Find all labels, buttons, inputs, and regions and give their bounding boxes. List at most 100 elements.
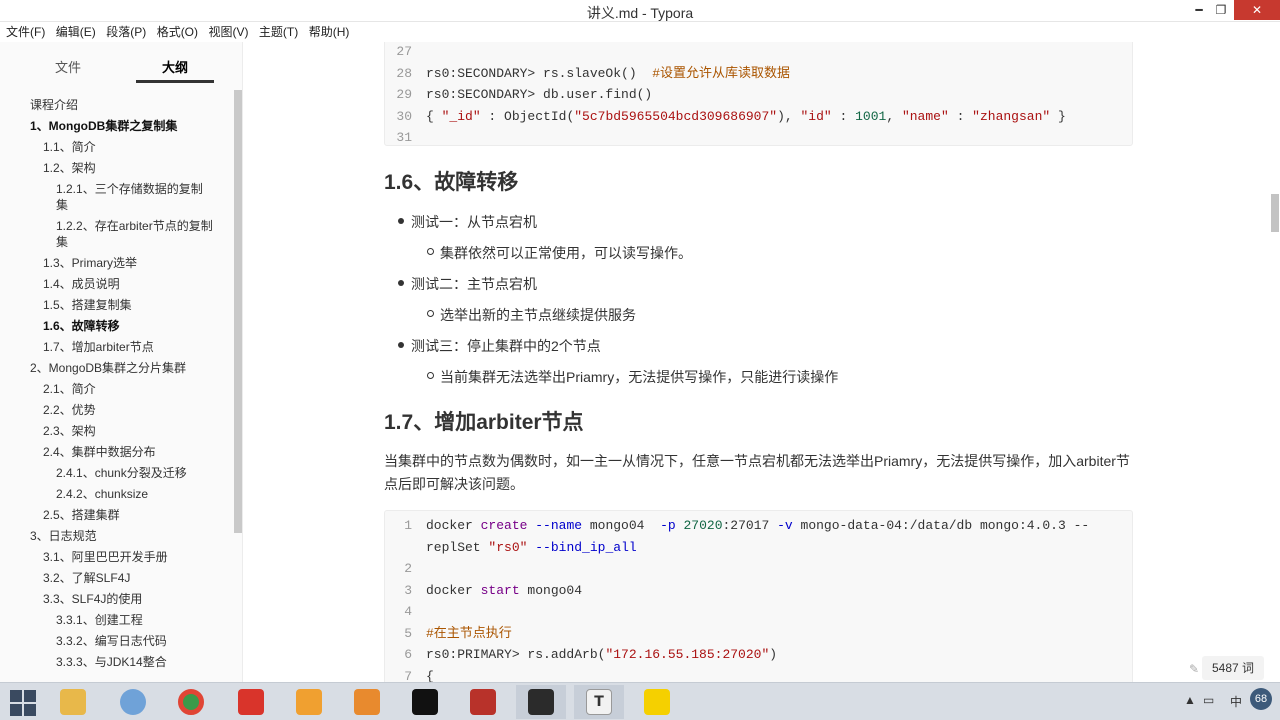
code-line[interactable]: 4 xyxy=(385,601,1132,623)
code-line[interactable]: 29 rs0:SECONDARY> db.user.find() xyxy=(385,84,1132,106)
sublime-icon[interactable] xyxy=(342,685,392,719)
outline-item[interactable]: 2.2、优势 xyxy=(0,399,232,420)
chrome-icon[interactable] xyxy=(166,685,216,719)
list-item: 测试一：从节点宕机 xyxy=(398,212,537,232)
brush-icon: ✎ xyxy=(1189,662,1200,676)
menu-file[interactable]: 文件(F) xyxy=(0,22,45,42)
editor-app-icon[interactable] xyxy=(284,685,334,719)
word-count[interactable]: 5487 词 xyxy=(1202,656,1265,680)
outline-item[interactable]: 1.3、Primary选举 xyxy=(0,252,232,273)
menu-format[interactable]: 格式(O) xyxy=(151,22,198,42)
code-text: #在主节点执行 xyxy=(426,623,512,645)
outline-item[interactable]: 2.4.2、chunksize xyxy=(0,483,232,504)
list-item: 测试二：主节点宕机 xyxy=(398,274,537,294)
paint-icon[interactable] xyxy=(108,685,158,719)
code-line[interactable]: 1 docker create --name mongo04 -p 27020:2… xyxy=(385,515,1132,537)
outline-item[interactable]: 1、MongoDB集群之复制集 xyxy=(0,115,232,136)
terminal-icon[interactable] xyxy=(516,685,566,719)
code-line[interactable]: 31 xyxy=(385,127,1132,149)
code-line[interactable]: replSet "rs0" --bind_ip_all xyxy=(385,537,1132,559)
tab-outline[interactable]: 大纲 xyxy=(162,57,188,76)
line-number: 31 xyxy=(396,130,412,145)
notification-badge[interactable]: 68 xyxy=(1250,688,1272,710)
outline-item[interactable]: 2.1、简介 xyxy=(0,378,232,399)
outline-item[interactable]: 1.2.1、三个存储数据的复制集 xyxy=(0,178,232,215)
menu-paragraph[interactable]: 段落(P) xyxy=(100,22,146,42)
outline-item[interactable]: 1.6、故障转移 xyxy=(0,315,232,336)
bullet-dot xyxy=(398,218,404,224)
code-block[interactable]: 27 28 rs0:SECONDARY> rs.slaveOk() #设置允许从库读… xyxy=(384,42,1133,146)
outline-list: 课程介绍 1、MongoDB集群之复制集 1.1、简介 1.2、架构 1.2.1、三个存… xyxy=(0,94,232,672)
code-comment: #在主节点执行 xyxy=(426,625,512,641)
menu-view[interactable]: 视图(V) xyxy=(202,22,248,42)
outline-item[interactable]: 1.4、成员说明 xyxy=(0,273,232,294)
sidebar-scrollbar[interactable] xyxy=(234,90,242,533)
code-line[interactable]: 27 xyxy=(385,42,1132,63)
maximize-button[interactable]: ❐ xyxy=(1206,0,1236,20)
outline-item[interactable]: 3.1、阿里巴巴开发手册 xyxy=(0,546,232,567)
code-line[interactable]: 2 xyxy=(385,558,1132,580)
windows-start-icon[interactable] xyxy=(10,690,36,716)
code-line[interactable]: 30 { "_id" : ObjectId("5c7bd5965504bcd309… xyxy=(385,106,1132,128)
menu-bar: 文件(F) 编辑(E) 段落(P) 格式(O) 视图(V) 主题(T) 帮助(H… xyxy=(0,22,1280,42)
video-player-icon[interactable] xyxy=(632,685,682,719)
outline-item[interactable]: 1.1、简介 xyxy=(0,136,232,157)
outline-item[interactable]: 2、MongoDB集群之分片集群 xyxy=(0,357,232,378)
outline-item[interactable]: 1.7、增加arbiter节点 xyxy=(0,336,232,357)
editor-scrollbar[interactable] xyxy=(1271,194,1279,232)
menu-help[interactable]: 帮助(H) xyxy=(303,22,350,42)
outline-item[interactable]: 1.2.2、存在arbiter节点的复制集 xyxy=(0,215,232,252)
outline-item[interactable]: 3.3、SLF4J的使用 xyxy=(0,588,232,609)
close-button[interactable]: ✕ xyxy=(1234,0,1280,20)
line-number: 7 xyxy=(404,668,412,683)
outline-item[interactable]: 2.4.1、chunk分裂及迁移 xyxy=(0,462,232,483)
code-text: rs0:PRIMARY> rs.addArb("172.16.55.185:27… xyxy=(426,647,778,662)
sidebar-tabs: 文件 大纲 xyxy=(0,42,243,84)
line-number: 4 xyxy=(404,604,412,619)
code-text: docker create --name mongo04 -p 27020:27… xyxy=(426,518,1090,533)
line-number: 29 xyxy=(396,87,412,102)
code-line[interactable]: 7{ xyxy=(385,666,1132,683)
outline-item[interactable]: 3.3.1、创建工程 xyxy=(0,609,232,630)
code-line[interactable]: 3 docker start mongo04 xyxy=(385,580,1132,602)
network-icon[interactable]: ▭ xyxy=(1203,693,1214,707)
outline-item[interactable]: 2.4、集群中数据分布 xyxy=(0,441,232,462)
line-number: 1 xyxy=(404,518,412,533)
window-title: 讲义.md - Typora xyxy=(586,5,694,21)
code-comment: #设置允许从库读取数据 xyxy=(652,65,791,81)
code-line[interactable]: 28 rs0:SECONDARY> rs.slaveOk() #设置允许从库读取数… xyxy=(385,63,1132,85)
code-line[interactable]: 5 #在主节点执行 xyxy=(385,623,1132,645)
outline-item[interactable]: 2.3、架构 xyxy=(0,420,232,441)
outline-item[interactable]: 课程介绍 xyxy=(0,94,232,115)
menu-edit[interactable]: 编辑(E) xyxy=(50,22,96,42)
outline-item[interactable]: 2.5、搭建集群 xyxy=(0,504,232,525)
outline-item[interactable]: 1.2、架构 xyxy=(0,157,232,178)
outline-item[interactable]: 3.3.3、与JDK14整合 xyxy=(0,651,232,672)
tray-expand-icon[interactable]: ▲ xyxy=(1184,693,1196,707)
typora-icon[interactable]: T xyxy=(574,685,624,719)
code-block[interactable]: 1 docker create --name mongo04 -p 27020:2… xyxy=(384,510,1133,682)
line-number: 2 xyxy=(404,561,412,576)
heading-failover: 1.6、故障转移 xyxy=(384,171,519,194)
bullet-dot xyxy=(398,342,404,348)
code-line[interactable]: 6 rs0:PRIMARY> rs.addArb("172.16.55.185:2… xyxy=(385,644,1132,666)
presentation-icon[interactable] xyxy=(458,685,508,719)
code-text: rs0:SECONDARY> rs.slaveOk() #设置允许从库读取数据 xyxy=(426,65,791,81)
outline-item[interactable]: 3.2、了解SLF4J xyxy=(0,567,232,588)
intellij-icon[interactable] xyxy=(400,685,450,719)
code-text: docker start mongo04 xyxy=(426,582,583,598)
line-number: 30 xyxy=(396,108,412,124)
line-number: 27 xyxy=(396,44,412,59)
sidebar: 文件 大纲 课程介绍 1、MongoDB集群之复制集 1.1、简介 1.2、架构 1.2… xyxy=(0,42,243,682)
xmind-icon[interactable] xyxy=(226,685,276,719)
outline-item[interactable]: 3.3.2、编写日志代码 xyxy=(0,630,232,651)
editor[interactable]: 27 28 rs0:SECONDARY> rs.slaveOk() #设置允许从库读… xyxy=(244,42,1280,682)
menu-theme[interactable]: 主题(T) xyxy=(253,22,298,42)
outline-item[interactable]: 3、日志规范 xyxy=(0,525,232,546)
file-explorer-icon[interactable] xyxy=(48,685,98,719)
taskbar: T ▲ ▭ 中 68 xyxy=(0,682,1280,720)
ime-indicator[interactable]: 中 xyxy=(1230,693,1242,710)
outline-item[interactable]: 1.5、搭建复制集 xyxy=(0,294,232,315)
tab-files[interactable]: 文件 xyxy=(55,57,81,76)
code-text: replSet "rs0" --bind_ip_all xyxy=(426,539,637,555)
